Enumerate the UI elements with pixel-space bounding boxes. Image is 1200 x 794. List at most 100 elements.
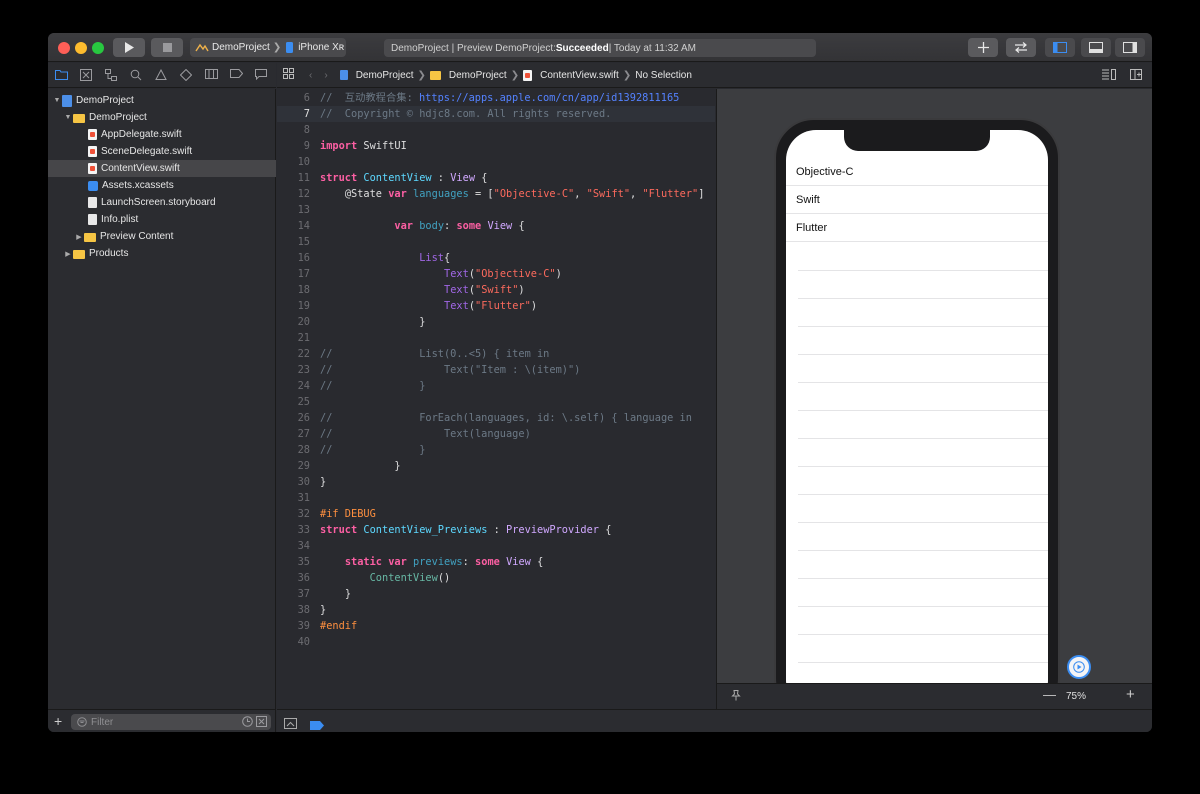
status-time: | Today at 11:32 AM: [608, 42, 696, 54]
preview-list-separator: [798, 634, 1048, 635]
project-navigator-folder-icon[interactable]: [54, 69, 68, 81]
tree-row-products[interactable]: ▶ Products: [48, 245, 276, 262]
minimize-window-button[interactable]: [75, 42, 87, 54]
toggle-inspector-button[interactable]: [1115, 38, 1145, 57]
preview-canvas[interactable]: Objective-C Swift Flutter: [716, 89, 1152, 683]
library-add-button[interactable]: [968, 38, 998, 57]
code-identifier: previews: [413, 556, 463, 568]
disclosure-collapsed-icon[interactable]: ▶: [74, 233, 84, 241]
scheme-selector[interactable]: DemoProject ❯ iPhone Xʀ: [190, 38, 346, 57]
current-code-line: 7 // Copyright © hdjc8.com. All rights re…: [277, 106, 715, 122]
tree-row-scenedelegate[interactable]: SceneDelegate.swift: [48, 143, 276, 160]
code-line: 9 import SwiftUI: [277, 138, 715, 154]
code-text: }: [394, 460, 401, 472]
live-preview-button[interactable]: [1067, 655, 1091, 679]
breadcrumb-file[interactable]: ContentView.swift: [523, 69, 619, 81]
go-forward-chevron-icon[interactable]: ›: [324, 70, 327, 81]
line-number: 10: [297, 156, 310, 168]
find-navigator-search-icon[interactable]: [129, 69, 143, 81]
hide-debug-area-icon[interactable]: [284, 716, 297, 732]
breadcrumb-label: DemoProject: [355, 69, 414, 81]
source-control-navigator-icon[interactable]: [79, 69, 93, 81]
code-string: "Flutter": [475, 300, 531, 312]
code-type: View: [450, 172, 476, 184]
preview-list-row[interactable]: Swift: [786, 186, 1048, 214]
code-text: SwiftUI: [357, 140, 407, 152]
tree-row-contentview[interactable]: ContentView.swift: [48, 160, 276, 177]
disclosure-collapsed-icon[interactable]: ▶: [63, 250, 73, 258]
issue-navigator-warning-icon[interactable]: [154, 68, 168, 81]
disclosure-expanded-icon[interactable]: ▼: [52, 97, 62, 104]
preview-list-separator: [798, 466, 1048, 467]
disclosure-expanded-icon[interactable]: ▼: [63, 114, 73, 121]
code-line: 31: [277, 490, 715, 506]
tree-row-project[interactable]: ▼ DemoProject: [48, 92, 276, 109]
preview-list-row[interactable]: Flutter: [786, 214, 1048, 242]
code-line: 27 // Text(language): [277, 426, 715, 442]
add-editor-split-icon[interactable]: [1130, 69, 1142, 83]
test-navigator-diamond-icon[interactable]: [179, 68, 193, 82]
tree-row-preview-content[interactable]: ▶ Preview Content: [48, 228, 276, 245]
editor-options-icon[interactable]: [1102, 69, 1116, 83]
xcode-project-icon: [62, 94, 72, 107]
toggle-navigator-button[interactable]: [1045, 38, 1075, 57]
line-number: 6: [303, 92, 310, 104]
symbol-navigator-icon[interactable]: [104, 69, 118, 81]
tree-row-appdelegate[interactable]: AppDelegate.swift: [48, 126, 276, 143]
tree-row-label: DemoProject: [89, 112, 147, 123]
code-link[interactable]: https://apps.apple.com/cn/app/id13928111…: [419, 92, 679, 104]
code-keyword: var: [388, 556, 407, 568]
swift-file-icon: [88, 146, 97, 157]
stop-button[interactable]: [151, 38, 183, 57]
code-line: 29 }: [277, 458, 715, 474]
breadcrumb-selection[interactable]: No Selection: [635, 70, 692, 81]
breadcrumb-project[interactable]: DemoProject: [339, 69, 414, 81]
line-number: 26: [297, 412, 310, 424]
report-navigator-speech-icon[interactable]: [254, 69, 268, 81]
code-text: :: [487, 524, 507, 536]
preview-list-separator: [798, 410, 1048, 411]
code-line: 28 // }: [277, 442, 715, 458]
preview-list-row[interactable]: Objective-C: [786, 158, 1048, 186]
code-review-button[interactable]: [1006, 38, 1036, 57]
breakpoint-navigator-tag-icon[interactable]: [229, 69, 243, 81]
toggle-debug-area-button[interactable]: [1081, 38, 1111, 57]
code-call: List: [419, 252, 445, 264]
zoom-in-plus-icon[interactable]: +: [1126, 686, 1135, 703]
tree-row-launchscreen[interactable]: LaunchScreen.storyboard: [48, 194, 276, 211]
run-button[interactable]: [113, 38, 145, 57]
zoom-out-minus-icon[interactable]: —: [1043, 687, 1056, 702]
related-items-grid-icon[interactable]: [283, 68, 294, 82]
close-window-button[interactable]: [58, 42, 70, 54]
code-text: :: [431, 172, 451, 184]
recent-files-clock-icon[interactable]: [242, 716, 253, 727]
code-identifier: languages: [413, 188, 469, 200]
go-back-chevron-icon[interactable]: ‹: [309, 70, 312, 81]
source-control-filter-icon[interactable]: [256, 716, 267, 727]
preview-list-separator: [798, 494, 1048, 495]
code-line: 36 ContentView(): [277, 570, 715, 586]
code-text: ,: [630, 188, 643, 200]
tree-row-assets[interactable]: Assets.xcassets: [48, 177, 276, 194]
source-editor[interactable]: 6 // 互动教程合集: https://apps.apple.com/cn/ap…: [277, 89, 715, 709]
breadcrumb-label: ContentView.swift: [540, 69, 619, 81]
code-text: {: [530, 556, 544, 568]
code-comment: // 互动教程合集:: [320, 92, 419, 104]
code-comment: // }: [320, 444, 426, 456]
navigator-filter-field[interactable]: Filter: [71, 714, 271, 730]
breadcrumb-group[interactable]: DemoProject: [429, 70, 507, 81]
breakpoints-toggle-icon[interactable]: [310, 717, 324, 732]
zoom-window-button[interactable]: [92, 42, 104, 54]
code-text: {: [444, 252, 451, 264]
debug-navigator-icon[interactable]: [204, 69, 218, 81]
tree-row-infoplist[interactable]: Info.plist: [48, 211, 276, 228]
line-number: 20: [297, 316, 310, 328]
add-file-plus-icon[interactable]: +: [54, 713, 62, 729]
chevron-right-icon: ❯: [272, 42, 282, 53]
code-type: View: [487, 220, 513, 232]
line-number: 18: [297, 284, 310, 296]
tree-row-group-demoproject[interactable]: ▼ DemoProject: [48, 109, 276, 126]
pin-icon[interactable]: [731, 690, 741, 704]
zoom-level[interactable]: 75%: [1066, 691, 1086, 702]
code-comment: // Copyright © hdjc8.com. All rights res…: [320, 108, 612, 120]
